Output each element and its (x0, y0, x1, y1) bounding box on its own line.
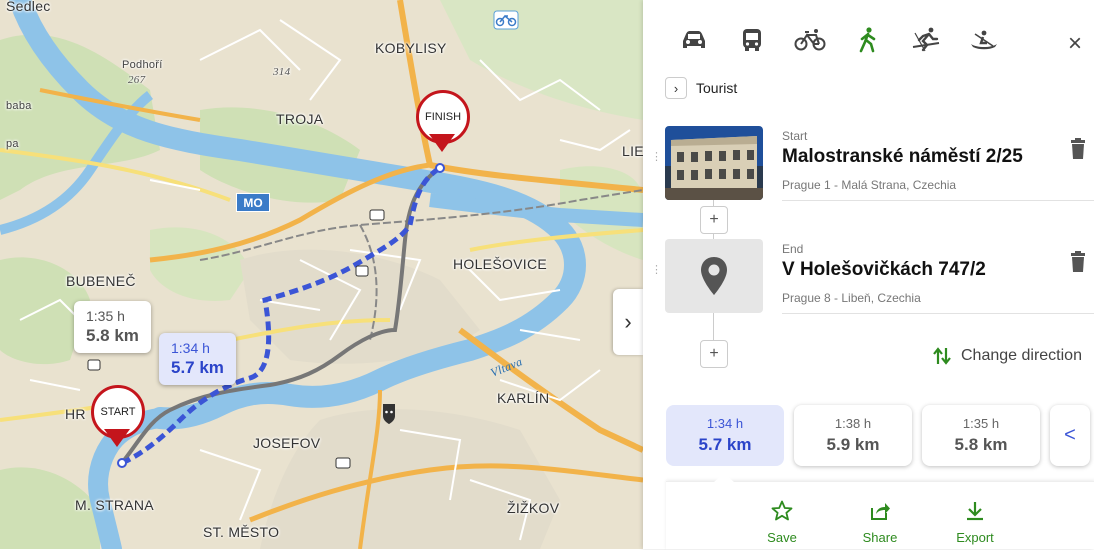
place-label: Podhoří (122, 59, 163, 71)
place-label: JOSEFOV (253, 435, 321, 451)
change-direction-label: Change direction (961, 347, 1082, 364)
change-direction-button[interactable]: Change direction (933, 346, 1082, 366)
collapse-panel-button[interactable]: › (613, 289, 643, 355)
route-time: 1:34 h (706, 416, 744, 431)
trash-icon (1071, 251, 1085, 272)
save-button[interactable]: Save (752, 500, 812, 545)
route-option-2[interactable]: 1:38 h 5.9 km (794, 405, 912, 466)
place-label: BUBENEČ (66, 273, 136, 289)
map-view[interactable]: Sedlec KOBYLISY Podhoří 267 314 baba pa … (0, 0, 643, 549)
divider (782, 200, 1094, 201)
route-type-selector[interactable]: › Tourist (665, 77, 737, 99)
elevation-label: 314 (273, 66, 291, 78)
route-option-1[interactable]: 1:34 h 5.7 km (666, 405, 784, 466)
alt-route-time: 1:35 h (86, 308, 125, 324)
place-label: Sedlec (6, 0, 51, 14)
route-options: 1:34 h 5.7 km 1:38 h 5.9 km 1:35 h 5.8 k… (666, 405, 1090, 466)
route-distance: 5.7 km (698, 435, 752, 454)
delete-end-button[interactable] (1070, 251, 1086, 278)
mode-bicycle[interactable] (781, 22, 839, 58)
waypoint-kind: End (782, 242, 804, 256)
mode-canoe[interactable] (955, 22, 1013, 58)
start-pin-tip (104, 429, 130, 447)
routes-scroll-button[interactable]: < (1050, 405, 1090, 466)
transport-modes (665, 22, 1013, 58)
route-actions: Save Share Export (666, 473, 1094, 550)
main-route-bubble[interactable]: 1:34 h 5.7 km (159, 333, 236, 385)
add-waypoint-button[interactable]: + (700, 206, 728, 234)
alt-route-distance: 5.8 km (86, 326, 139, 345)
place-label: LIE (622, 143, 643, 159)
close-button[interactable]: × (1068, 32, 1082, 56)
finish-pin[interactable]: FINISH (416, 90, 470, 154)
mode-bus[interactable] (723, 22, 781, 58)
route-option-3[interactable]: 1:35 h 5.8 km (922, 405, 1040, 466)
metro-badge: MO (236, 193, 270, 212)
walking-icon (859, 27, 876, 53)
share-label: Share (862, 530, 898, 545)
waypoint-address: Prague 8 - Libeň, Czechia (782, 291, 921, 305)
elevation-label: 267 (128, 74, 146, 86)
start-photo (665, 126, 763, 200)
divider (782, 313, 1094, 314)
car-icon (683, 31, 705, 48)
end-placeholder (665, 239, 763, 313)
finish-pin-tip (429, 134, 455, 152)
route-type-label: Tourist (696, 80, 738, 96)
waypoint-address: Prague 1 - Malá Strana, Czechia (782, 178, 957, 192)
export-label: Export (956, 530, 994, 545)
canoe-icon (971, 30, 997, 50)
swap-direction-icon (933, 347, 951, 365)
selection-pointer (714, 473, 734, 482)
waypoint-name: Malostranské náměstí 2/25 (782, 146, 1023, 167)
route-panel: × › Tourist ⋮⋮ Start Malostranské náměst… (643, 0, 1094, 549)
place-label: pa (6, 138, 19, 150)
export-button[interactable]: Export (945, 500, 1005, 545)
add-waypoint-button[interactable]: + (700, 340, 728, 368)
location-pin-icon (701, 257, 727, 295)
route-connector (713, 313, 714, 341)
route-distance: 5.8 km (954, 435, 1008, 454)
main-route-time: 1:34 h (171, 340, 210, 356)
mode-ski[interactable] (897, 22, 955, 58)
place-label: HR (65, 406, 86, 422)
mode-walking[interactable] (839, 22, 897, 58)
bicycle-icon (794, 29, 826, 51)
start-pin[interactable]: START (91, 385, 145, 449)
place-label: baba (6, 100, 32, 112)
save-label: Save (767, 530, 797, 545)
bus-icon (743, 29, 761, 51)
share-icon (871, 503, 890, 520)
ski-icon (912, 27, 940, 52)
star-icon (771, 500, 793, 521)
place-label: TROJA (276, 111, 324, 127)
route-time: 1:35 h (962, 416, 1000, 431)
route-distance: 5.9 km (826, 435, 880, 454)
place-label: HOLEŠOVICE (453, 256, 548, 272)
mode-car[interactable] (665, 22, 723, 58)
main-route-distance: 5.7 km (171, 358, 224, 377)
share-button[interactable]: Share (850, 500, 910, 545)
delete-start-button[interactable] (1070, 138, 1086, 165)
chevron-right-icon: › (665, 77, 687, 99)
place-label: KARLÍN (497, 390, 550, 406)
chevron-left-icon: < (1064, 424, 1076, 446)
place-label: ST. MĚSTO (203, 524, 280, 540)
waypoint-kind: Start (782, 129, 808, 143)
alt-route-bubble[interactable]: 1:35 h 5.8 km (74, 301, 151, 353)
bicycle-poi-icon (493, 10, 519, 30)
waypoint-name: V Holešovičkách 747/2 (782, 259, 986, 280)
download-icon (967, 502, 983, 521)
place-label: KOBYLISY (375, 40, 447, 56)
route-time: 1:38 h (834, 416, 872, 431)
chevron-right-icon: › (624, 309, 632, 334)
trash-icon (1071, 138, 1085, 159)
place-label: M. STRANA (75, 497, 154, 513)
place-label: ŽIŽKOV (507, 500, 560, 516)
